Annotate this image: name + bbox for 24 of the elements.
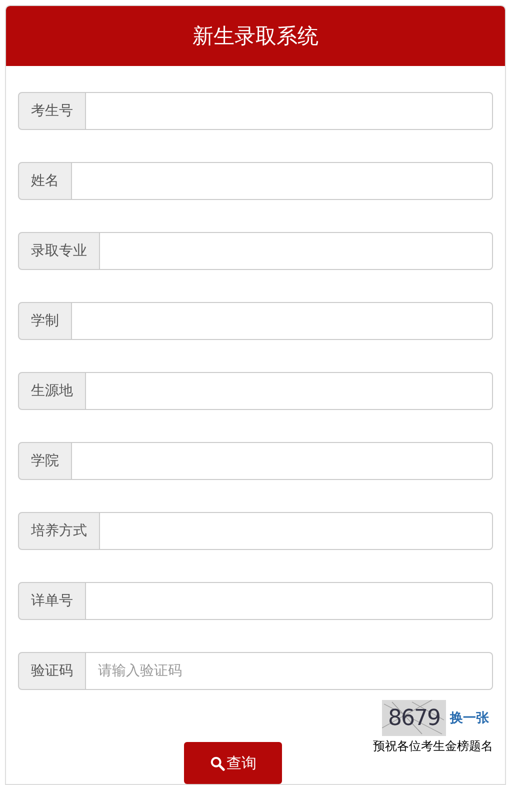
page-title: 新生录取系统: [192, 23, 318, 50]
search-button[interactable]: 查询: [184, 742, 282, 784]
input-field[interactable]: [100, 512, 493, 550]
field-label: 验证码: [18, 652, 86, 690]
field-label: 录取专业: [18, 232, 100, 270]
input-field[interactable]: [100, 232, 493, 270]
field-label: 学院: [18, 442, 72, 480]
refresh-link[interactable]: 换一张: [450, 709, 489, 727]
input-field[interactable]: [86, 582, 493, 620]
input-field[interactable]: [72, 162, 493, 200]
field-label: 考生号: [18, 92, 86, 130]
field-label: 学制: [18, 302, 72, 340]
input-field[interactable]: [86, 92, 493, 130]
input-field[interactable]: [86, 372, 493, 410]
field-label: 姓名: [18, 162, 72, 200]
input-field[interactable]: [72, 442, 493, 480]
field-label: 生源地: [18, 372, 86, 410]
search-icon: [210, 756, 224, 770]
field-label: 培养方式: [18, 512, 100, 550]
captcha-image: 8679: [382, 700, 446, 736]
input-field[interactable]: 请输入验证码: [86, 652, 493, 690]
field-label: 详单号: [18, 582, 86, 620]
note-text: 预祝各位考生金榜题名: [373, 738, 493, 755]
input-field[interactable]: [72, 302, 493, 340]
